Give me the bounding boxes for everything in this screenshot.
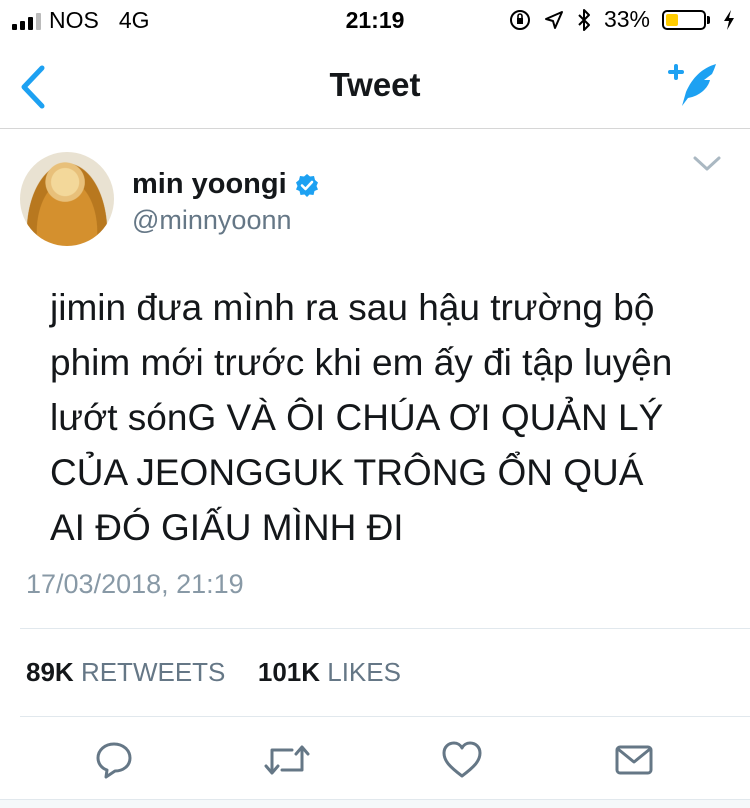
likes-stat[interactable]: 101K LIKES xyxy=(258,657,401,687)
tweet-text-line: CỦA JEONGGUK TRÔNG ỔN QUÁ xyxy=(50,452,644,493)
divider xyxy=(20,716,750,717)
bluetooth-icon xyxy=(578,8,590,31)
like-button[interactable] xyxy=(440,738,484,782)
tweet-text-line: AI ĐÓ GIẤU MÌNH ĐI xyxy=(50,507,404,548)
battery-icon xyxy=(662,9,710,30)
retweet-button[interactable] xyxy=(262,738,312,782)
user-handle[interactable]: @minnyoonn xyxy=(132,205,292,236)
retweet-icon xyxy=(264,745,310,775)
likes-count: 101K xyxy=(257,657,321,687)
direct-message-button[interactable] xyxy=(612,738,656,782)
page-title: Tweet xyxy=(329,66,421,103)
location-icon xyxy=(544,10,563,29)
reply-button[interactable] xyxy=(92,738,136,782)
battery-percent: 33% xyxy=(603,6,650,32)
compose-tweet-icon xyxy=(668,64,716,106)
reply-icon xyxy=(96,742,132,779)
verified-badge-icon xyxy=(295,173,318,197)
tweet-options-button[interactable] xyxy=(692,154,722,174)
likes-label: LIKES xyxy=(327,657,401,687)
tweet-text-line: phim mới trước khi em ấy đi tập luyện xyxy=(50,342,673,383)
user-display-name-row[interactable]: min yoongi xyxy=(132,168,319,201)
tweet-timestamp: 17/03/2018, 21:19 xyxy=(26,569,244,599)
display-name[interactable]: min yoongi xyxy=(132,168,287,201)
retweets-label: RETWEETS xyxy=(80,657,226,687)
envelope-icon xyxy=(615,745,653,775)
charging-bolt-icon xyxy=(724,9,734,30)
avatar[interactable] xyxy=(20,152,114,246)
status-bar: NOS 4G 21:19 33% xyxy=(0,0,750,40)
tweet-text-line: jimin đưa mình ra sau hậu trường bộ xyxy=(50,287,655,328)
heart-icon xyxy=(442,741,482,778)
navigation-bar: Tweet xyxy=(0,44,750,129)
bottom-edge xyxy=(0,799,750,808)
compose-tweet-button[interactable] xyxy=(666,60,720,112)
tweet-text-line: lướt sónG VÀ ÔI CHÚA ƠI QUẢN LÝ xyxy=(50,397,664,438)
chevron-down-icon xyxy=(693,156,721,171)
retweets-count: 89K xyxy=(26,657,74,687)
tweet-stats: 89K RETWEETS 101K LIKES xyxy=(26,657,401,688)
tweet-text: jimin đưa mình ra sau hậu trường bộ phim… xyxy=(50,280,730,555)
status-bar-right: 33% xyxy=(508,6,736,33)
divider xyxy=(20,628,750,629)
retweets-stat[interactable]: 89K RETWEETS xyxy=(26,657,225,687)
orientation-lock-icon xyxy=(509,9,530,30)
tweet-action-bar xyxy=(0,730,750,790)
